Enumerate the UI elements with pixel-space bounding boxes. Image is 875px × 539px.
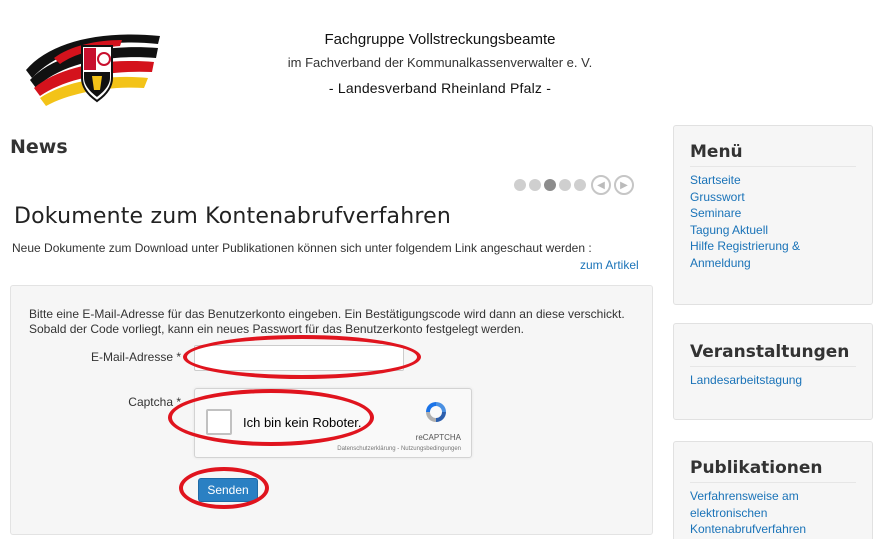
pager-dot[interactable] bbox=[529, 179, 541, 191]
publications-title: Publikationen bbox=[690, 458, 823, 478]
header-line-2: im Fachverband der Kommunalkassenverwalt… bbox=[287, 55, 593, 70]
divider bbox=[690, 366, 856, 367]
logo[interactable] bbox=[20, 22, 162, 112]
header-line-3: - Landesverband Rheinland Pfalz - bbox=[328, 80, 552, 96]
form-description: Bitte eine E-Mail-Adresse für das Benutz… bbox=[29, 307, 625, 336]
article-text: Neue Dokumente zum Download unter Publik… bbox=[12, 241, 592, 255]
publication-item[interactable]: Verfahrensweise am elektronischen Konten… bbox=[690, 488, 862, 538]
pager-dot[interactable] bbox=[559, 179, 571, 191]
publications-panel: Publikationen Verfahrensweise am elektro… bbox=[673, 441, 873, 539]
event-item-landesarbeitstagung[interactable]: Landesarbeitstagung bbox=[690, 372, 862, 389]
circle-arrow-right-icon[interactable]: ▶ bbox=[614, 175, 634, 195]
publications-links: Verfahrensweise am elektronischen Konten… bbox=[690, 488, 862, 538]
menu-title: Menü bbox=[690, 142, 743, 162]
annotation-ring-send bbox=[179, 467, 269, 509]
menu-item-hilfe-registrierung[interactable]: Hilfe Registrierung & Anmeldung bbox=[690, 238, 862, 271]
news-heading: News bbox=[10, 136, 68, 158]
site-header: Fachgruppe Vollstreckungsbeamte im Fachv… bbox=[240, 30, 640, 97]
divider bbox=[690, 482, 856, 483]
pager-dot[interactable] bbox=[574, 179, 586, 191]
menu-item-startseite[interactable]: Startseite bbox=[690, 172, 862, 189]
pager-dot-active[interactable] bbox=[544, 179, 556, 191]
events-title: Veranstaltungen bbox=[690, 342, 850, 362]
recaptcha-terms-link[interactable]: Datenschutzerklärung - Nutzungsbedingung… bbox=[337, 446, 461, 452]
divider bbox=[690, 166, 856, 167]
menu-panel: Menü Startseite Grusswort Seminare Tagun… bbox=[673, 125, 873, 305]
circle-arrow-left-icon[interactable]: ◀ bbox=[591, 175, 611, 195]
events-links: Landesarbeitstagung bbox=[690, 372, 862, 389]
events-panel: Veranstaltungen Landesarbeitstagung bbox=[673, 323, 873, 420]
header-line-1: Fachgruppe Vollstreckungsbeamte bbox=[324, 31, 556, 48]
menu-item-grusswort[interactable]: Grusswort bbox=[690, 189, 862, 206]
recaptcha-icon bbox=[426, 402, 446, 422]
annotation-ring-email bbox=[183, 335, 421, 379]
pager-dot[interactable] bbox=[514, 179, 526, 191]
annotation-ring-captcha bbox=[168, 389, 374, 446]
email-label: E-Mail-Adresse * bbox=[90, 350, 181, 364]
article-title[interactable]: Dokumente zum Kontenabrufverfahren bbox=[14, 204, 451, 229]
menu-item-seminare[interactable]: Seminare bbox=[690, 205, 862, 222]
read-article-link[interactable]: zum Artikel bbox=[580, 258, 639, 272]
slider-pager: ◀ ▶ bbox=[514, 175, 634, 195]
menu-item-tagung-aktuell[interactable]: Tagung Aktuell bbox=[690, 222, 862, 239]
menu-links: Startseite Grusswort Seminare Tagung Akt… bbox=[690, 172, 862, 271]
captcha-label: Captcha * bbox=[128, 395, 181, 409]
recaptcha-brand: reCAPTCHA bbox=[415, 433, 461, 442]
